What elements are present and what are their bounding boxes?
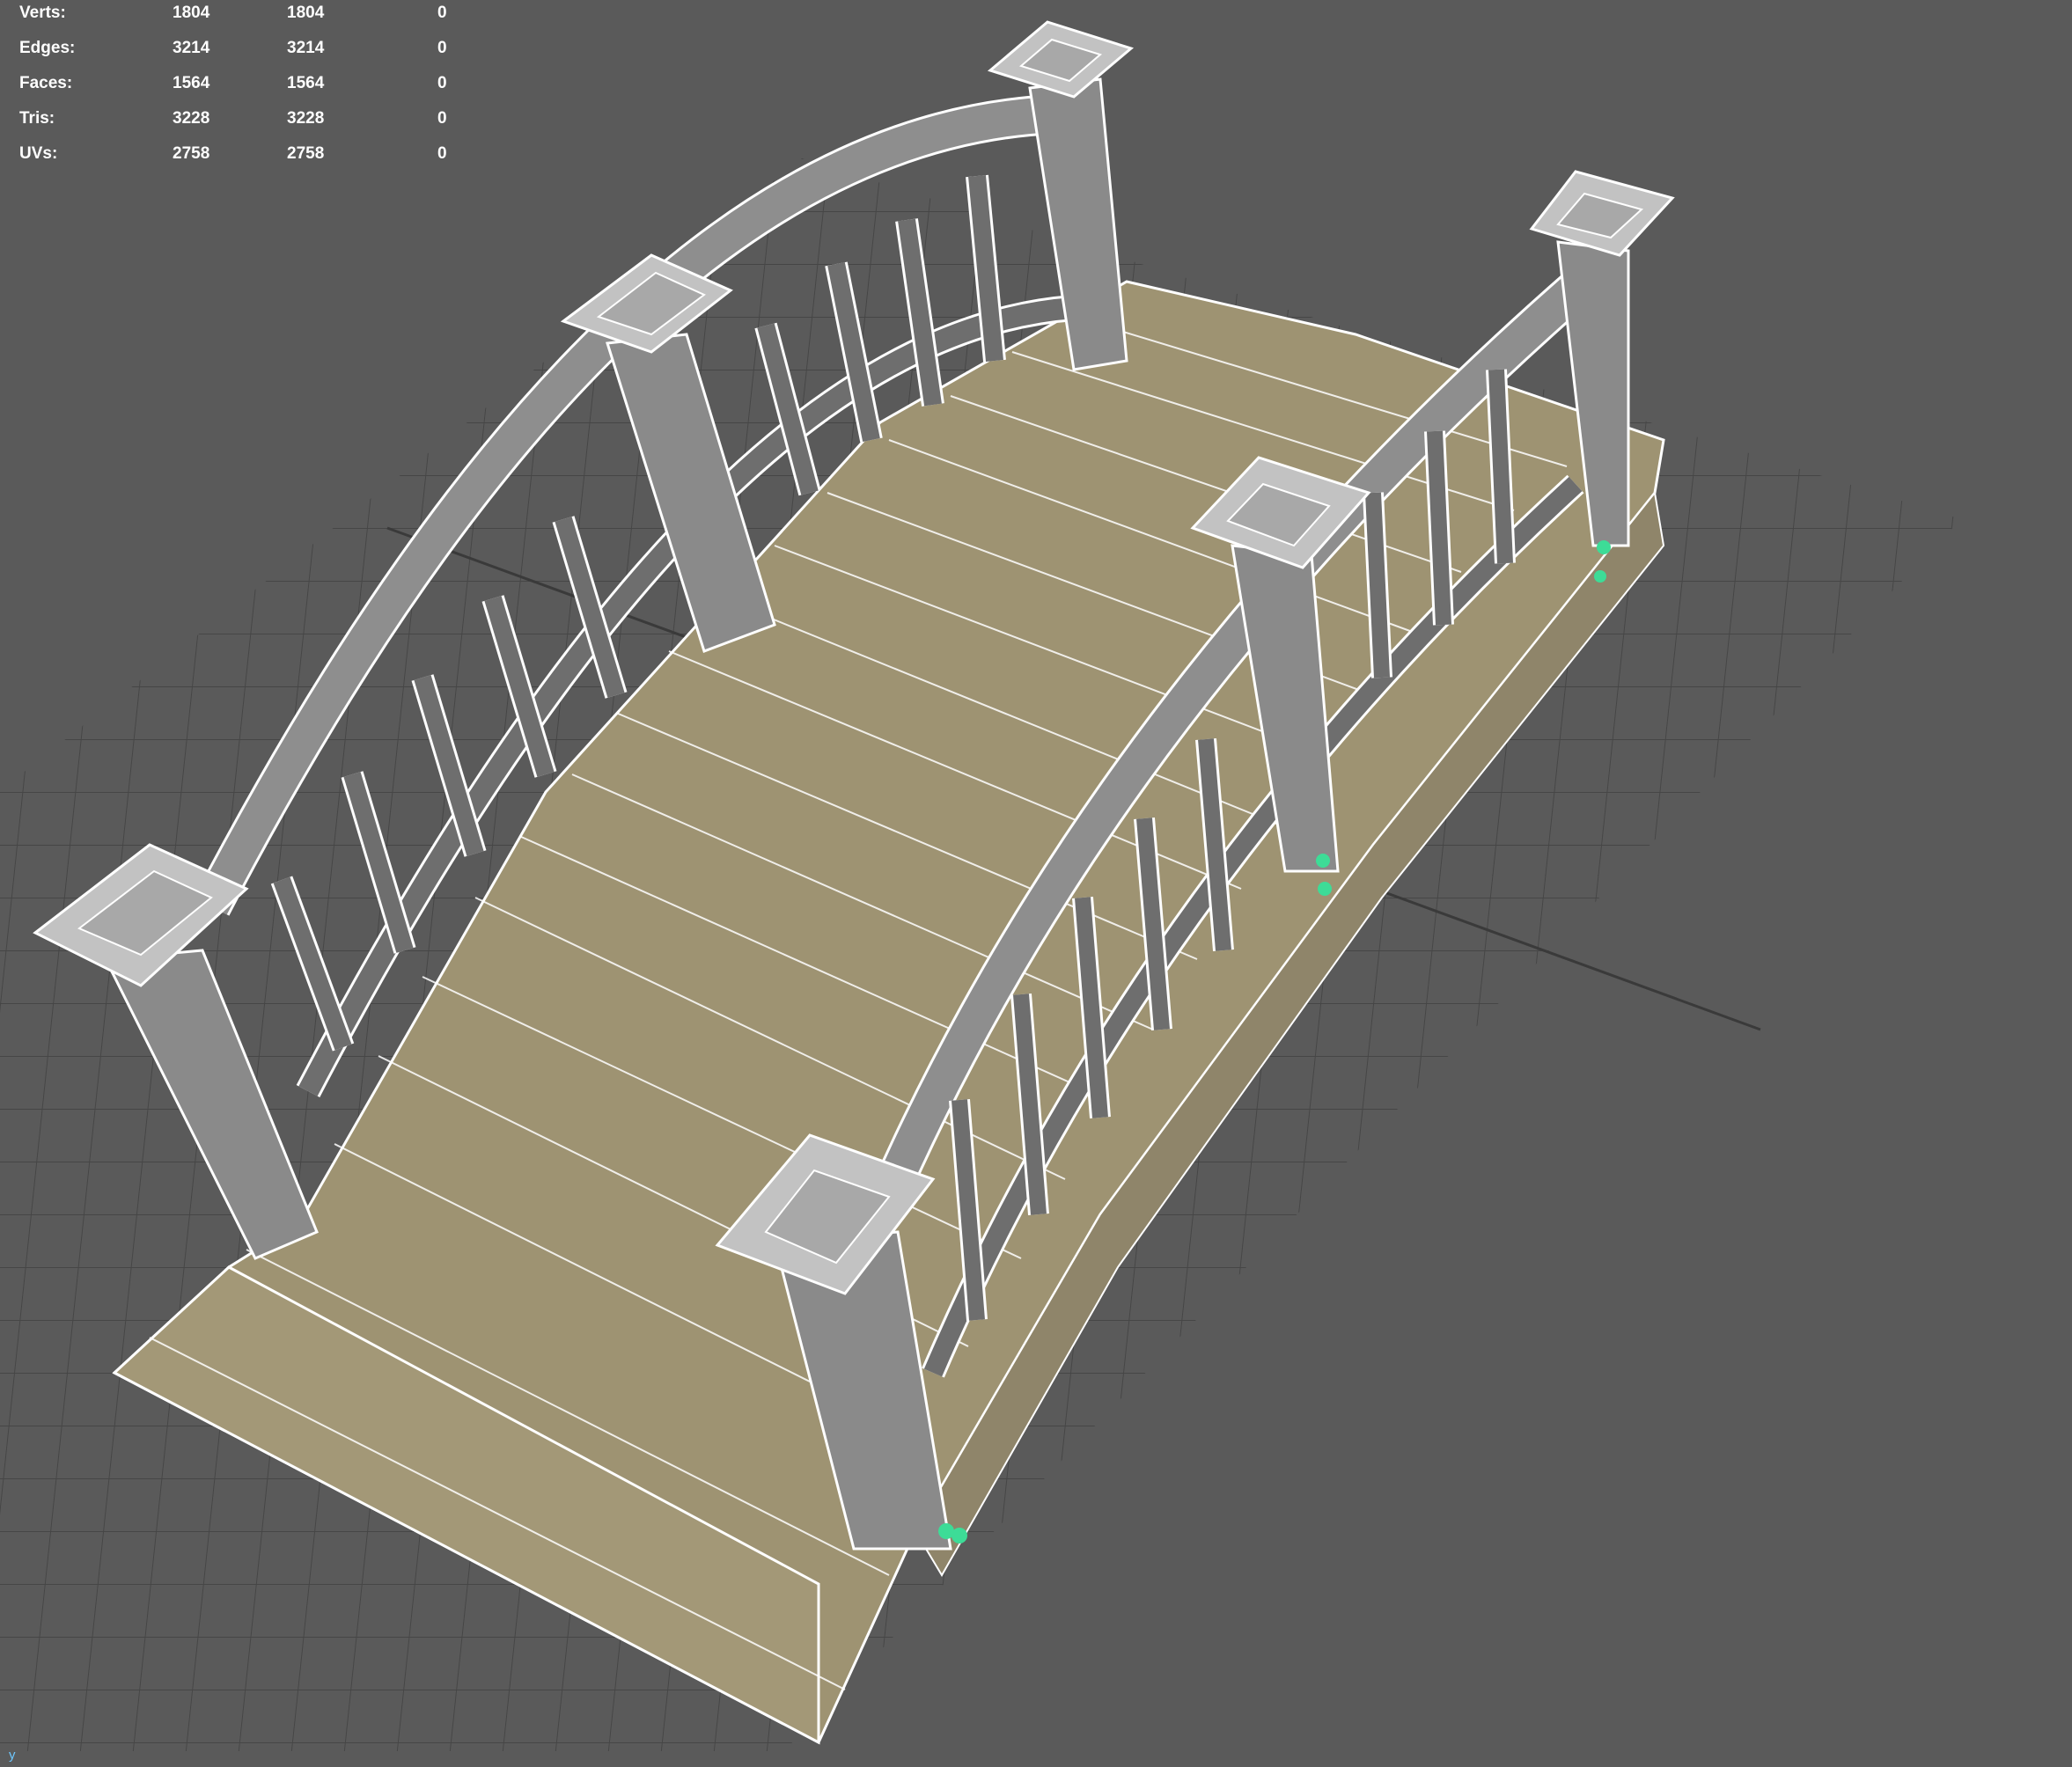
hud-selected: 3228 <box>287 109 325 128</box>
hud-selected: 1804 <box>287 4 325 22</box>
hud-selected: 1564 <box>287 74 325 92</box>
axis-gizmo: y <box>9 1748 16 1763</box>
hud-selected: 2758 <box>287 144 325 163</box>
axis-y-label: y <box>9 1748 16 1763</box>
hud-label: Edges: <box>19 39 76 57</box>
hud-total: 1804 <box>173 4 210 22</box>
hud-label: Verts: <box>19 4 66 22</box>
hud-total: 2758 <box>173 144 210 163</box>
hud-selected: 3214 <box>287 39 325 57</box>
hud-extra: 0 <box>437 109 447 128</box>
hud-extra: 0 <box>437 144 447 163</box>
hud-label: Faces: <box>19 74 73 92</box>
hud-label: Tris: <box>19 109 55 128</box>
hud-extra: 0 <box>437 74 447 92</box>
hud-total: 1564 <box>173 74 210 92</box>
hud-extra: 0 <box>437 4 447 22</box>
hud-total: 3228 <box>173 109 210 128</box>
hud-total: 3214 <box>173 39 210 57</box>
hud-extra: 0 <box>437 39 447 57</box>
3d-viewport[interactable] <box>0 0 2072 1767</box>
hud-label: UVs: <box>19 144 58 163</box>
